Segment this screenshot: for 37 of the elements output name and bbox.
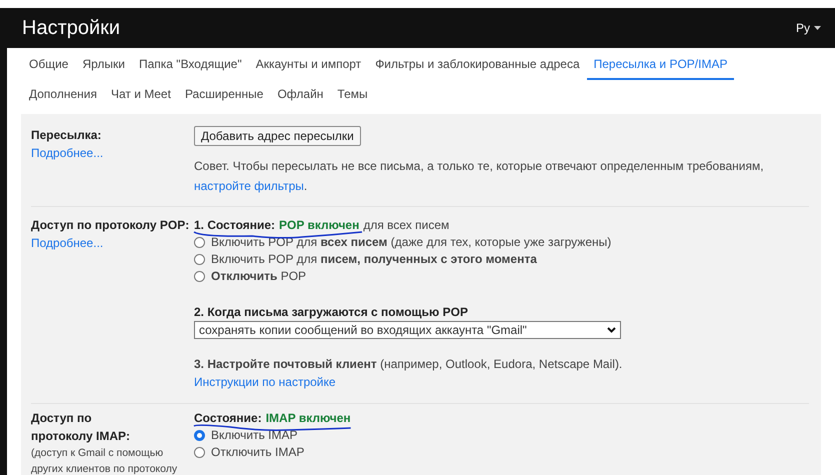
pop-radio-option[interactable]: Включить POP для писем, полученных с этого момента [194, 251, 809, 268]
status-text: для всех писем [363, 217, 450, 234]
learn-more-link[interactable]: Подробнее... [31, 234, 194, 252]
settings-tab[interactable]: Фильтры и заблокированные адреса [368, 50, 587, 80]
settings-tab[interactable]: Офлайн [270, 80, 330, 110]
learn-more-link[interactable]: Подробнее... [31, 144, 194, 162]
imap-radio-option[interactable]: Включить IMAP [194, 427, 809, 444]
settings-tab[interactable]: Расширенные [178, 80, 270, 110]
setup-instructions-link[interactable]: Инструкции по настройке [194, 373, 336, 391]
status-value: IMAP включен [266, 410, 351, 427]
section-label: Доступ по протоколу POP: [31, 217, 190, 234]
step-text: 3. Настройте почтовый клиент (например, Outlook, Eudora, Netscape Mail). [194, 356, 624, 373]
settings-tab[interactable]: Чат и Meet [104, 80, 178, 110]
filters-link[interactable]: настройте фильтры [194, 179, 304, 193]
status-heading: Состояние: [194, 410, 262, 427]
status-heading: 1. Состояние: [194, 217, 276, 234]
settings-tab[interactable]: Пересылка и POP/IMAP [586, 50, 734, 80]
section-label: Пересылка: [31, 127, 102, 144]
section-label: Доступ по протоколу IMAP: [31, 410, 132, 445]
account-switcher[interactable]: Рy [796, 21, 821, 35]
settings-tab[interactable]: Дополнения [22, 80, 104, 110]
settings-tab[interactable]: Аккаунты и импорт [248, 50, 368, 80]
pop-radio-option[interactable]: Отключить POP [194, 268, 809, 285]
caret-icon [814, 26, 821, 30]
settings-tab[interactable]: Ярлыки [75, 50, 132, 80]
add-forwarding-address-button[interactable]: Добавить адрес пересылки [194, 126, 361, 146]
step-heading: 2. Когда письма загружаются с помощью POP [194, 304, 469, 321]
page-title: Настройки [22, 16, 120, 40]
settings-tab[interactable]: Папка "Входящие" [132, 50, 249, 80]
status-value: POP включен [279, 217, 360, 234]
settings-tab[interactable]: Общие [22, 50, 76, 80]
imap-note: (доступ к Gmail с помощью других клиентов по протоколу [31, 446, 178, 475]
settings-tab[interactable]: Темы [330, 80, 375, 110]
pop-action-select[interactable]: сохранять копии сообщений во входящих аккаунта "Gmail" [194, 321, 621, 339]
imap-radio-option[interactable]: Отключить IMAP [194, 444, 809, 461]
chevron-icon [607, 327, 616, 333]
tip-text: Совет. Чтобы пересылать не все письма, а только те, которые отвечают определенным требованиям, настройте фильтры. [194, 158, 765, 195]
